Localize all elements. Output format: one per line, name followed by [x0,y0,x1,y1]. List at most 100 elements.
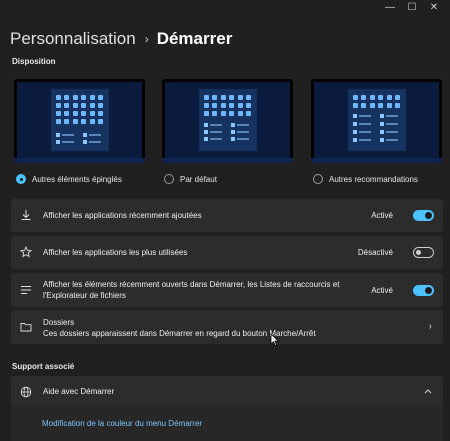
preview-recommended-icon [230,130,235,134]
chevron-right-icon: › [144,32,149,46]
toggle-switch[interactable] [413,247,434,258]
folder-icon [20,323,32,332]
toggle-state-text: Désactivé [357,248,393,257]
setting-recent-apps[interactable]: Afficher les applications récemment ajou… [11,199,443,232]
mouse-cursor-icon [270,333,280,347]
section-title-layout: Disposition [12,57,56,66]
preview-taskbar [311,158,442,163]
setting-label: Aide avec Démarrer [43,387,115,396]
preview-recommended-icon [379,130,384,134]
toggle-switch[interactable] [413,285,434,296]
preview-recommended-icon [379,122,384,126]
help-start-expander[interactable]: Aide avec Démarrer [11,376,443,407]
layout-option-label: Par défaut [180,174,217,184]
preview-pinned-tile [55,111,61,116]
preview-start-menu [50,89,109,151]
preview-pinned-tile [395,95,400,100]
layout-option-default[interactable]: Par défaut [164,174,217,184]
preview-pinned-tile [220,95,226,100]
preview-pinned-tile [98,119,103,124]
close-button[interactable]: ✕ [428,2,440,14]
preview-pinned-tile [378,95,383,100]
layout-option-label: Autres éléments épinglés [32,174,122,184]
preview-recommended-icon [55,140,60,144]
preview-pinned-tile [395,103,400,108]
preview-pinned-tile [98,111,103,116]
preview-recommended-line [385,123,398,125]
preview-pinned-tile [81,95,86,100]
preview-pinned-tile [55,103,61,108]
layout-preview-default[interactable] [162,79,293,163]
preview-pinned-tile [212,95,217,100]
preview-taskbar [162,158,293,163]
preview-pinned-tile [229,111,234,116]
preview-recommended-line [209,138,222,140]
preview-screen [165,82,290,159]
preview-pinned-tile [378,103,383,108]
preview-screen [314,82,439,159]
toggle-switch[interactable] [413,210,434,221]
preview-pinned-tile [64,103,69,108]
setting-most-used[interactable]: Afficher les applications les plus utili… [11,236,443,269]
maximize-button[interactable]: ☐ [406,2,418,14]
chevron-up-icon[interactable] [424,388,432,394]
minimize-button[interactable]: — [384,2,396,14]
preview-pinned-tile [81,119,86,124]
preview-pinned-tile [361,95,366,100]
layout-option-more-pins[interactable]: Autres éléments épinglés [16,174,122,184]
setting-recent-items[interactable]: Afficher les éléments récemment ouverts … [11,273,443,307]
preview-pinned-tile [352,103,358,108]
preview-pinned-tile [237,103,243,108]
preview-screen [17,82,142,159]
layout-preview-more-recommendations[interactable] [311,79,442,163]
preview-pinned-tile [246,111,251,116]
preview-recommended-line [385,131,398,133]
radio-icon[interactable] [164,174,174,184]
preview-recommended-icon [82,133,87,137]
preview-pinned-tile [246,103,251,108]
preview-pinned-tile [229,95,234,100]
preview-pinned-tile [386,95,392,100]
preview-pinned-tile [89,103,95,108]
preview-pinned-tile [212,111,217,116]
preview-recommended-line [209,124,222,126]
setting-folders[interactable]: Dossiers Ces dossiers apparaissent dans … [11,310,443,344]
layout-option-more-recommendations[interactable]: Autres recommandations [313,174,418,184]
list-icon [21,286,31,294]
preview-recommended-line [236,131,249,133]
help-link-change-color[interactable]: Modification de la couleur du menu Démar… [42,419,202,428]
section-title-support: Support associé [12,362,75,371]
preview-pinned-tile [72,119,78,124]
radio-selected-icon[interactable] [16,174,26,184]
preview-pinned-tile [89,119,95,124]
preview-recommended-icon [82,140,87,144]
title-bar: — ☐ ✕ [0,0,450,16]
preview-pinned-tile [64,119,69,124]
setting-label: Afficher les éléments récemment ouverts … [43,280,340,300]
preview-pinned-tile [72,111,78,116]
preview-recommended-icon [203,123,208,127]
preview-pinned-tile [369,103,375,108]
star-icon [20,246,32,258]
preview-recommended-line [236,124,249,126]
preview-pinned-tile [220,103,226,108]
preview-recommended-icon [379,114,384,118]
breadcrumb-parent[interactable]: Personnalisation [10,29,136,49]
preview-recommended-line [61,134,74,136]
preview-pinned-tile [220,111,226,116]
radio-icon[interactable] [313,174,323,184]
preview-recommended-line [358,123,371,125]
preview-recommended-icon [352,130,357,134]
toggle-state-text: Activé [371,211,393,220]
preview-pinned-tile [89,95,95,100]
preview-recommended-icon [352,122,357,126]
preview-start-menu [198,89,257,151]
preview-recommended-icon [379,138,384,142]
preview-recommended-icon [55,133,60,137]
download-icon [21,210,31,220]
preview-pinned-tile [203,95,209,100]
layout-preview-more-pins[interactable] [14,79,145,163]
preview-pinned-tile [72,95,78,100]
preview-pinned-tile [237,95,243,100]
preview-start-menu [347,89,406,151]
